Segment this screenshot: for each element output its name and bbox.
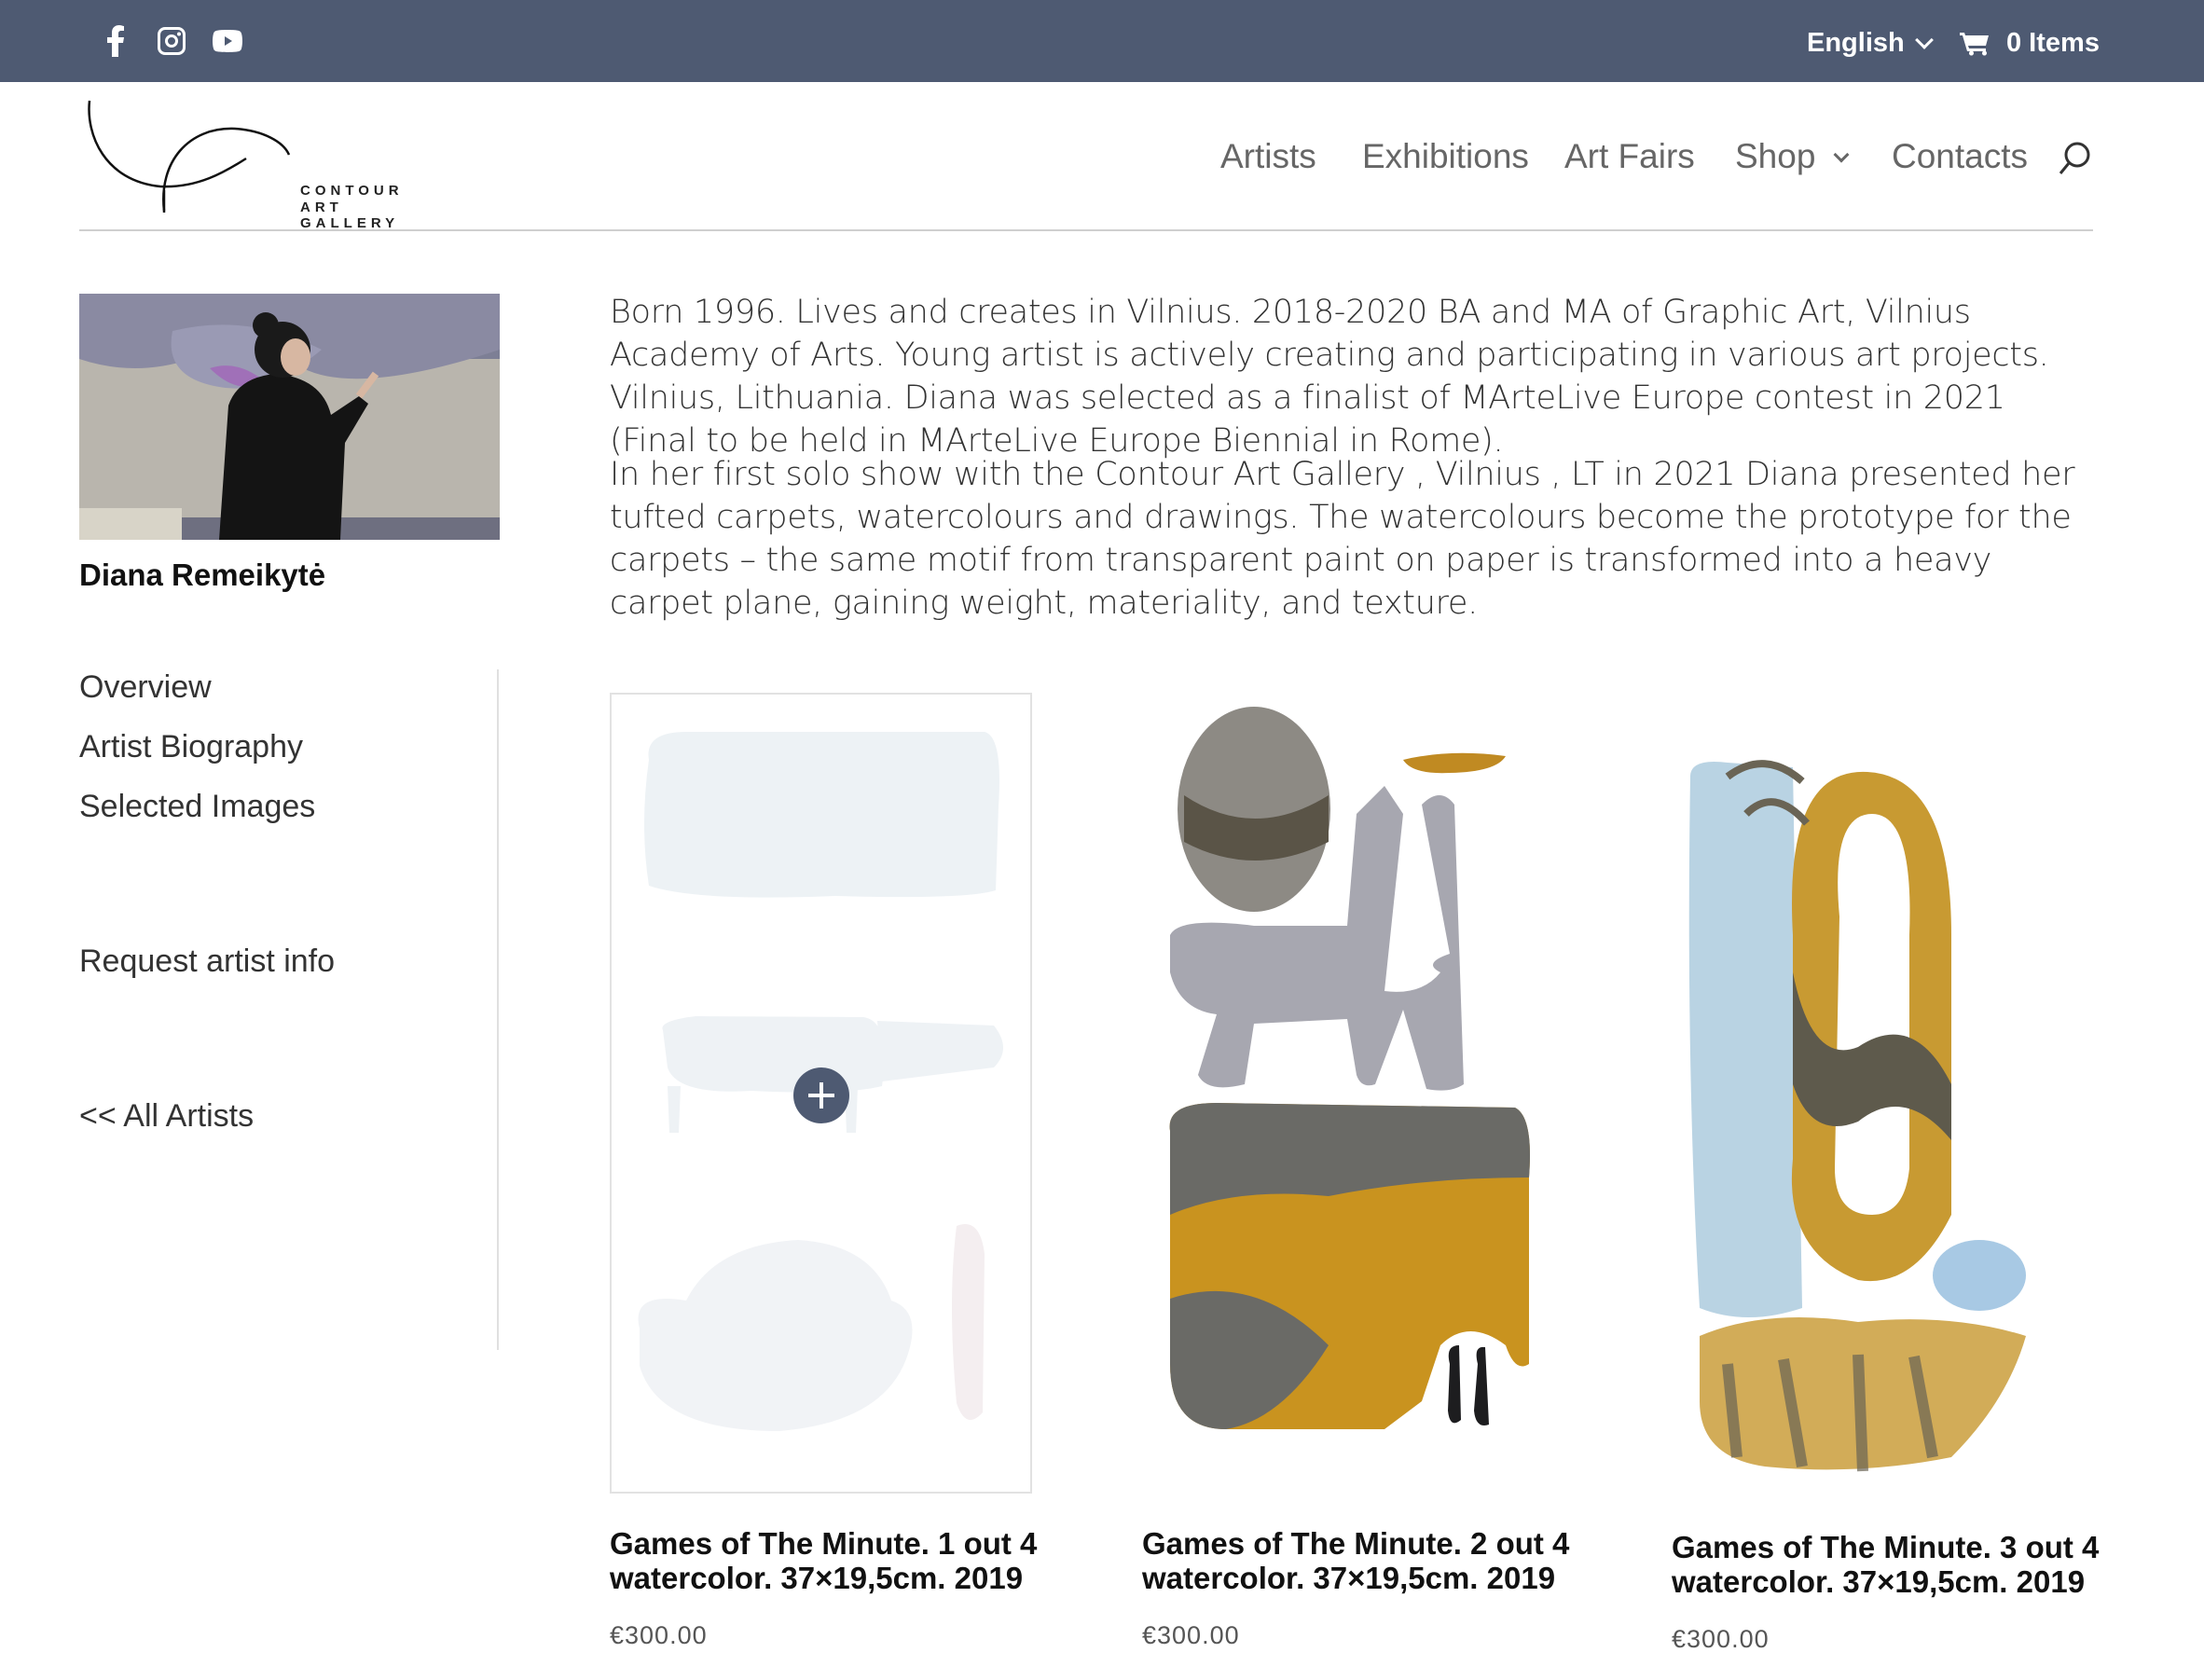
sidebar-link-selected-images[interactable]: Selected Images: [79, 789, 315, 825]
product-price-2: €300.00: [1142, 1621, 1240, 1649]
sidebar-link-all-artists[interactable]: << All Artists: [79, 1098, 254, 1135]
product-title-1-line2: watercolor. 37×19,5cm. 2019: [610, 1561, 1024, 1595]
product-image-3[interactable]: [1672, 693, 2093, 1499]
product-title-3-line1: Games of The Minute. 3 out 4: [1672, 1530, 2100, 1564]
facebook-icon[interactable]: [97, 22, 134, 60]
youtube-icon[interactable]: [209, 22, 246, 60]
product-title-3[interactable]: Games of The Minute. 3 out 4 watercolor.…: [1672, 1530, 2156, 1599]
artist-bio-paragraph-2: In her first solo show with the Contour …: [610, 456, 2075, 622]
chevron-down-icon: [1914, 30, 1934, 49]
chevron-down-icon: [1833, 146, 1850, 163]
product-image-2[interactable]: [1142, 693, 1563, 1494]
sidebar-divider: [497, 669, 499, 1350]
nav-item-shop[interactable]: Shop: [1735, 132, 1850, 181]
cart-link[interactable]: 0 Items: [1960, 28, 2100, 59]
product-title-1-line1: Games of The Minute. 1 out 4: [610, 1526, 1038, 1561]
add-to-cart-button[interactable]: [793, 1067, 849, 1123]
header-divider: [79, 229, 2093, 231]
instagram-icon[interactable]: [153, 22, 190, 60]
top-bar: English 0 Items: [0, 0, 2204, 82]
product-title-2-line1: Games of The Minute. 2 out 4: [1142, 1526, 1570, 1561]
product-title-1[interactable]: Games of The Minute. 1 out 4 watercolor.…: [610, 1526, 1095, 1595]
product-title-3-line2: watercolor. 37×19,5cm. 2019: [1672, 1564, 2086, 1599]
sidebar-link-artist-biography[interactable]: Artist Biography: [79, 729, 303, 765]
nav-item-artists[interactable]: Artists: [1220, 132, 1316, 181]
artist-name: Diana Remeikytė: [79, 558, 326, 592]
product-title-2[interactable]: Games of The Minute. 2 out 4 watercolor.…: [1142, 1526, 1627, 1595]
sidebar-link-overview[interactable]: Overview: [79, 669, 212, 706]
nav-item-contacts[interactable]: Contacts: [1892, 132, 2028, 181]
nav-item-art-fairs[interactable]: Art Fairs: [1564, 132, 1695, 181]
plus-icon: [808, 1082, 834, 1109]
product-price-3: €300.00: [1672, 1625, 1770, 1653]
logo-text-line1: CONTOUR: [300, 183, 404, 199]
language-label: English: [1807, 28, 1905, 58]
search-icon[interactable]: [2057, 140, 2094, 177]
sidebar-link-request-artist-info[interactable]: Request artist info: [79, 943, 335, 980]
artist-portrait: [79, 294, 500, 540]
product-price-1: €300.00: [610, 1621, 708, 1649]
language-selector[interactable]: English: [1807, 28, 1934, 59]
logo-text-line2: ART GALLERY: [300, 200, 400, 231]
nav-item-exhibitions[interactable]: Exhibitions: [1362, 132, 1529, 181]
product-title-2-line2: watercolor. 37×19,5cm. 2019: [1142, 1561, 1556, 1595]
main-nav: Artists Exhibitions Art Fairs Shop Conta…: [0, 132, 2204, 181]
nav-item-shop-label: Shop: [1735, 137, 1816, 175]
cart-icon: [1960, 32, 1989, 56]
cart-count: 0 Items: [2006, 28, 2100, 58]
artist-bio-paragraph-1: Born 1996. Lives and creates in Vilnius.…: [610, 294, 2049, 460]
